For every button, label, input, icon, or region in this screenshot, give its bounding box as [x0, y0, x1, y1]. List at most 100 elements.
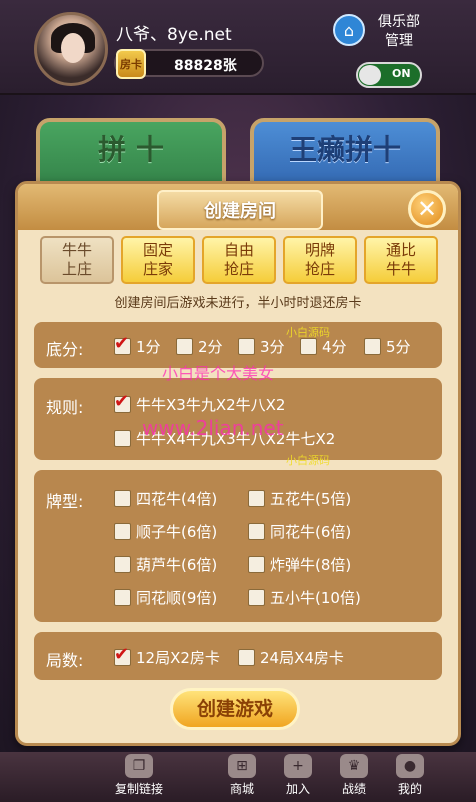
checkbox[interactable]	[114, 523, 131, 540]
checkbox[interactable]	[114, 490, 131, 507]
nav-label: 加入	[285, 782, 310, 796]
nav-records[interactable]: ♛ 战绩	[322, 752, 386, 802]
sound-toggle[interactable]: ON	[356, 62, 422, 88]
option-label: 同花顺(9倍)	[136, 589, 218, 607]
option-label: 四花牛(4倍)	[136, 490, 218, 508]
option-label: 5分	[386, 338, 411, 356]
card-type-option[interactable]: 葫芦牛(6倍)	[114, 554, 217, 575]
rule-option[interactable]: 牛牛X4牛九X3牛八X2牛七X2	[114, 428, 335, 449]
rule-option[interactable]: 牛牛X3牛九X2牛八X2	[114, 391, 286, 415]
option-label: 同花牛(6倍)	[270, 523, 352, 541]
tab-niuniu-shangzhuang[interactable]: 牛牛 上庄	[40, 236, 114, 284]
rules-label: 规则:	[46, 398, 84, 417]
tab-tongbi[interactable]: 通比 牛牛	[364, 236, 438, 284]
top-bar: 八爷、8ye.net 房卡 88828张 ⌂ 俱乐部 管理 ON	[0, 0, 476, 95]
create-game-button[interactable]: 创建游戏	[170, 688, 300, 730]
rounds-label: 局数:	[46, 651, 84, 670]
base-score-option[interactable]: 5分	[364, 336, 411, 357]
tab-open-grab[interactable]: 明牌 抢庄	[283, 236, 357, 284]
round-option[interactable]: 24局X4房卡	[238, 647, 344, 668]
base-score-option[interactable]: 1分	[114, 333, 161, 357]
close-button[interactable]: ✕	[408, 190, 446, 228]
checkbox[interactable]	[114, 556, 131, 573]
card-type-option[interactable]: 同花顺(9倍)	[114, 587, 217, 608]
refund-notice: 创建房间后游戏未进行，半小时时退还房卡	[114, 296, 362, 311]
checkbox[interactable]	[114, 589, 131, 606]
checkbox[interactable]	[300, 338, 317, 355]
room-card-icon: 房卡	[116, 49, 146, 79]
add-user-icon: +	[284, 754, 312, 778]
nav-label: 复制链接	[114, 782, 163, 796]
option-label: 12局X2房卡	[136, 649, 220, 667]
option-label: 牛牛X4牛九X3牛八X2牛七X2	[136, 430, 336, 448]
mode-tabs: 牛牛 上庄 固定 庄家 自由 抢庄 明牌 抢庄 通比 牛牛	[40, 236, 440, 284]
option-label: 3分	[260, 338, 285, 356]
checkbox[interactable]	[248, 523, 265, 540]
avatar[interactable]	[34, 12, 108, 86]
card-type-option[interactable]: 五花牛(5倍)	[248, 488, 351, 509]
trophy-icon: ♛	[340, 754, 368, 778]
rules-section: 规则: 牛牛X3牛九X2牛八X2 牛牛X4牛九X3牛八X2牛七X2	[34, 378, 442, 460]
card-types-label: 牌型:	[46, 492, 84, 511]
checkbox[interactable]	[364, 338, 381, 355]
toggle-knob	[359, 65, 381, 85]
nav-label: 我的	[397, 782, 422, 796]
nav-label: 商城	[229, 782, 254, 796]
user-icon: ●	[396, 754, 424, 778]
option-label: 24局X4房卡	[260, 649, 344, 667]
nav-label: 战绩	[341, 782, 366, 796]
game-tile-title: 王癞拼十	[288, 133, 401, 166]
nav-copy-link[interactable]: ❐ 复制链接	[104, 752, 174, 802]
base-score-option[interactable]: 4分	[300, 336, 347, 357]
option-label: 4分	[322, 338, 347, 356]
card-type-option[interactable]: 五小牛(10倍)	[248, 587, 361, 608]
card-type-option[interactable]: 四花牛(4倍)	[114, 488, 217, 509]
copy-link-icon: ❐	[125, 754, 153, 778]
nav-join[interactable]: + 加入	[266, 752, 330, 802]
card-type-option[interactable]: 炸弹牛(8倍)	[248, 554, 351, 575]
cart-icon: ⊞	[228, 754, 256, 778]
checkbox[interactable]	[114, 391, 131, 413]
checkbox[interactable]	[238, 338, 255, 355]
avatar-face	[61, 33, 85, 63]
round-option[interactable]: 12局X2房卡	[114, 644, 220, 668]
option-label: 牛牛X3牛九X2牛八X2	[136, 396, 286, 414]
room-card-count: 88828张	[174, 58, 237, 74]
option-label: 五小牛(10倍)	[270, 589, 361, 607]
bottom-nav: ❐ 复制链接 ⊞ 商城 + 加入 ♛ 战绩 ● 我的	[0, 752, 476, 802]
club-house-icon[interactable]: ⌂	[333, 14, 365, 46]
username: 八爷、8ye.net	[116, 25, 232, 45]
game-tile-title: 拼 十	[98, 133, 164, 166]
checkbox[interactable]	[114, 644, 131, 666]
base-score-option[interactable]: 2分	[176, 336, 223, 357]
rounds-section: 局数: 12局X2房卡 24局X4房卡	[34, 632, 442, 680]
option-label: 2分	[198, 338, 223, 356]
checkbox[interactable]	[248, 556, 265, 573]
option-label: 五花牛(5倍)	[270, 490, 352, 508]
nav-shop[interactable]: ⊞ 商城	[210, 752, 274, 802]
checkbox[interactable]	[248, 589, 265, 606]
dialog-title: 创建房间	[157, 190, 323, 230]
nav-mine[interactable]: ● 我的	[378, 752, 442, 802]
option-label: 炸弹牛(8倍)	[270, 556, 352, 574]
room-card-balance: 房卡 88828张	[114, 49, 264, 79]
option-label: 葫芦牛(6倍)	[136, 556, 218, 574]
option-label: 1分	[136, 338, 161, 356]
checkbox[interactable]	[114, 333, 131, 355]
create-room-dialog: 创建房间 ✕ 牛牛 上庄 固定 庄家 自由 抢庄 明牌 抢庄 通比 牛牛 创建房…	[15, 181, 461, 746]
base-score-label: 底分:	[46, 340, 84, 359]
card-type-option[interactable]: 顺子牛(6倍)	[114, 521, 217, 542]
checkbox[interactable]	[176, 338, 193, 355]
base-score-option[interactable]: 3分	[238, 336, 285, 357]
tab-free-grab[interactable]: 自由 抢庄	[202, 236, 276, 284]
club-management-button[interactable]: 俱乐部 管理	[378, 13, 420, 51]
card-types-section: 牌型: 四花牛(4倍) 五花牛(5倍) 顺子牛(6倍) 同花牛(6倍) 葫芦牛(…	[34, 470, 442, 622]
toggle-text: ON	[392, 67, 411, 80]
option-label: 顺子牛(6倍)	[136, 523, 218, 541]
base-score-section: 底分: 1分 2分 3分 4分 5分	[34, 322, 442, 368]
checkbox[interactable]	[114, 430, 131, 447]
checkbox[interactable]	[238, 649, 255, 666]
card-type-option[interactable]: 同花牛(6倍)	[248, 521, 351, 542]
checkbox[interactable]	[248, 490, 265, 507]
tab-fixed-banker[interactable]: 固定 庄家	[121, 236, 195, 284]
